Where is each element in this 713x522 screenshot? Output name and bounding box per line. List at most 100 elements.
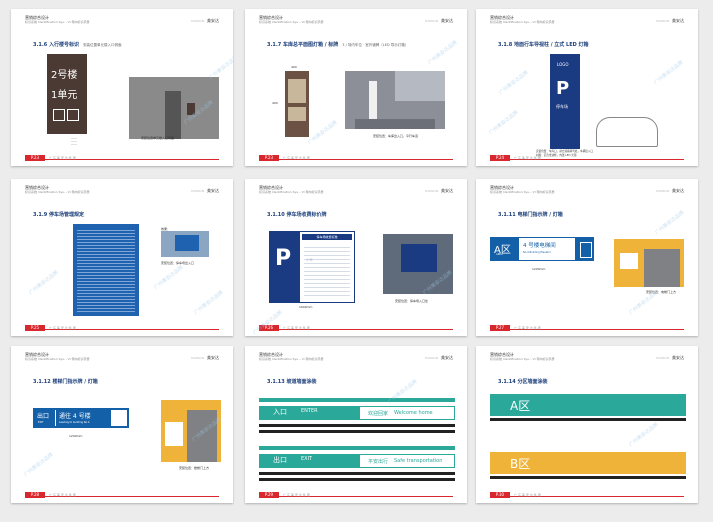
manual-page-8[interactable]: 营销综合设计 标识系统 Identification Sys... VI 导向标…	[245, 346, 467, 503]
manual-page-2[interactable]: 营销综合设计 标识系统 Identification Sys... VI 导向标…	[245, 9, 467, 166]
page-header-sub: 标识系统 Identification Sys... VI 导向标识手册	[25, 20, 90, 24]
brand-logo: HANSON 美安达	[190, 355, 219, 360]
watermark: 广州美安达品牌	[307, 119, 339, 147]
footer-text: 广 东 美 安 达 集 团	[514, 326, 541, 330]
footer-text: 广 东 美 安 达 集 团	[514, 493, 541, 497]
dimension-label: 1200mm	[69, 434, 83, 438]
brand-logo: HANSON 美安达	[424, 355, 453, 360]
page-number: P.28	[25, 492, 45, 498]
section-title: 3.1.10 停车场收费标价牌	[267, 212, 327, 218]
elevator-photo	[614, 239, 684, 287]
caption: 安装位置：车库出入口，平行车道	[373, 134, 419, 138]
footer-text: 广 东 美 安 达 集 团	[49, 326, 76, 330]
watermark: 广州美安达品牌	[208, 54, 233, 82]
footer-text: 广 东 美 安 达 集 团	[49, 156, 76, 160]
manual-page-4[interactable]: 营销综合设计 标识系统 Identification Sys... VI 导向标…	[11, 179, 233, 336]
manual-page-6[interactable]: 营销综合设计 标识系统 Identification Sys... VI 导向标…	[476, 179, 698, 336]
footer-text: 广 东 美 安 达 集 团	[283, 156, 310, 160]
elevator-icon	[53, 109, 65, 121]
fee-board: P 停车场收费标准 小车	[269, 231, 355, 303]
watermark: 广州美安达品牌	[427, 39, 459, 67]
page-footer: P.24 广 东 美 安 达 集 团	[476, 155, 698, 162]
caption: 安装位置：停车场入口处	[395, 299, 429, 303]
page-number: P.29	[259, 492, 279, 498]
page-footer: P.23 广 东 美 安 达 集 团	[245, 155, 467, 162]
elevator-sign: A区 AREA 4 号楼电梯间 No.4 Building Elevator	[490, 237, 594, 261]
stair-sign: 出口 EXIT 通往 4 号楼 Leading to building No.4	[33, 408, 129, 428]
page-header-sub: 标识系统 Identification Sys... VI 导向标识手册	[490, 357, 555, 361]
parking-column-sign: LOGO P 停车场	[550, 54, 580, 149]
watermark: 广州美安达品牌	[193, 289, 225, 317]
fee-board-photo	[383, 234, 453, 294]
page-header-sub: 标识系统 Identification Sys... VI 导向标识手册	[490, 20, 555, 24]
page-footer: P.25 广 东 美 安 达 集 团	[11, 325, 233, 332]
watermark: 广州美安达品牌	[153, 264, 185, 292]
brand-logo: HANSON 美安达	[190, 188, 219, 193]
watermark: 广州美安达品牌	[28, 269, 60, 297]
dimension-label: 1600mm	[299, 305, 313, 309]
page-number: P.27	[490, 325, 510, 331]
manual-page-7[interactable]: 营销综合设计 标识系统 Identification Sys... VI 导向标…	[11, 346, 233, 503]
page-number: P.23	[259, 155, 279, 161]
car-sketch	[596, 117, 658, 147]
enter-wall-paint: 入口 ENTER 欢迎回家 Welcome home	[259, 398, 455, 438]
elevator-icon	[580, 242, 592, 258]
zone-b-wall-paint: B区	[490, 452, 686, 482]
page-header-sub: 标识系统 Identification Sys... VI 导向标识手册	[25, 190, 90, 194]
stairs-icon	[111, 410, 127, 426]
brand-logo: HANSON 美安达	[190, 18, 219, 23]
garage-photo	[345, 71, 445, 129]
exit-wall-paint: 出口 EXIT 平安出行 Safe transportation	[259, 446, 455, 486]
section-title: 3.1.11 电梯门指示牌 / 灯箱	[498, 212, 563, 218]
brand-logo: HANSON 美安达	[424, 188, 453, 193]
stairs-icon	[67, 109, 79, 121]
section-title: 3.1.12 楼梯门指示牌 / 灯箱	[33, 379, 98, 385]
watermark: 广州美安达品牌	[488, 109, 520, 137]
building-sign: 2号楼 1单元	[47, 54, 87, 134]
note: 材料：铝合金边框，内置 LED 光源	[536, 154, 577, 157]
page-footer: P.29 广 东 美 安 达 集 团	[245, 492, 467, 499]
page-header-sub: 标识系统 Identification Sys... VI 导向标识手册	[259, 190, 324, 194]
footer-text: 广 东 美 安 达 集 团	[283, 326, 310, 330]
page-header-sub: 标识系统 Identification Sys... VI 导向标识手册	[259, 357, 324, 361]
parking-map-sign	[285, 71, 309, 137]
footer-text: 广 东 美 安 达 集 团	[49, 493, 76, 497]
section-title: 3.1.6 入行楼号标识 安装位置单元楼入口侧面	[33, 42, 122, 48]
section-title: 3.1.13 坡道墙面涂装	[267, 379, 317, 385]
manual-page-1[interactable]: 营销综合设计 标识系统 Identification Sys... VI 导向标…	[11, 9, 233, 166]
page-footer: P.30 广 东 美 安 达 集 团	[476, 492, 698, 499]
page-footer: P.26 广 东 美 安 达 集 团	[245, 325, 467, 332]
page-footer: P.27 广 东 美 安 达 集 团	[476, 325, 698, 332]
regulations-board	[73, 224, 139, 316]
manual-page-9[interactable]: 营销综合设计 标识系统 Identification Sys... VI 导向标…	[476, 346, 698, 503]
zone-a-wall-paint: A区	[490, 394, 686, 424]
caption: 安装位置：楼梯门上方	[179, 466, 210, 470]
section-title: 3.1.14 分区墙面涂装	[498, 379, 548, 385]
page-header-sub: 标识系统 Identification Sys... VI 导向标识手册	[25, 357, 90, 361]
brand-logo: HANSON 美安达	[655, 188, 684, 193]
page-footer: P.23 广 东 美 安 达 集 团	[11, 155, 233, 162]
manual-page-3[interactable]: 营销综合设计 标识系统 Identification Sys... VI 导向标…	[476, 9, 698, 166]
page-number: P.23	[25, 155, 45, 161]
watermark: 广州美安达品牌	[628, 421, 660, 449]
page-header-sub: 标识系统 Identification Sys... VI 导向标识手册	[490, 190, 555, 194]
page-footer: P.28 广 东 美 安 达 集 团	[11, 492, 233, 499]
section-title: 3.1.7 车库总平面图灯箱 / 标牌 3 / 场内车位 · 室外铺牌（LED 导…	[267, 42, 409, 48]
brand-logo: HANSON 美安达	[655, 355, 684, 360]
caption: 安装位置单元楼入口侧面	[141, 136, 175, 140]
section-title: 3.1.8 地面行车导视柱 / 立式 LED 灯箱	[498, 42, 589, 48]
page-header-sub: 标识系统 Identification Sys... VI 导向标识手册	[259, 20, 324, 24]
page-number: P.30	[490, 492, 510, 498]
page-number: P.24	[490, 155, 510, 161]
watermark: 广州美安达品牌	[23, 451, 55, 479]
dimension-label: 1200mm	[532, 267, 546, 271]
page-number: P.25	[25, 325, 45, 331]
brand-logo: HANSON 美安达	[424, 18, 453, 23]
footer-text: 广 东 美 安 达 集 团	[283, 493, 310, 497]
stair-photo	[161, 400, 221, 462]
watermark: 广州美安达品牌	[653, 59, 685, 87]
section-title: 3.1.9 停车场管理规定	[33, 212, 84, 218]
watermark: 广州美安达品牌	[654, 209, 686, 237]
watermark: 广州美安达品牌	[498, 69, 530, 97]
manual-page-5[interactable]: 营销综合设计 标识系统 Identification Sys... VI 导向标…	[245, 179, 467, 336]
